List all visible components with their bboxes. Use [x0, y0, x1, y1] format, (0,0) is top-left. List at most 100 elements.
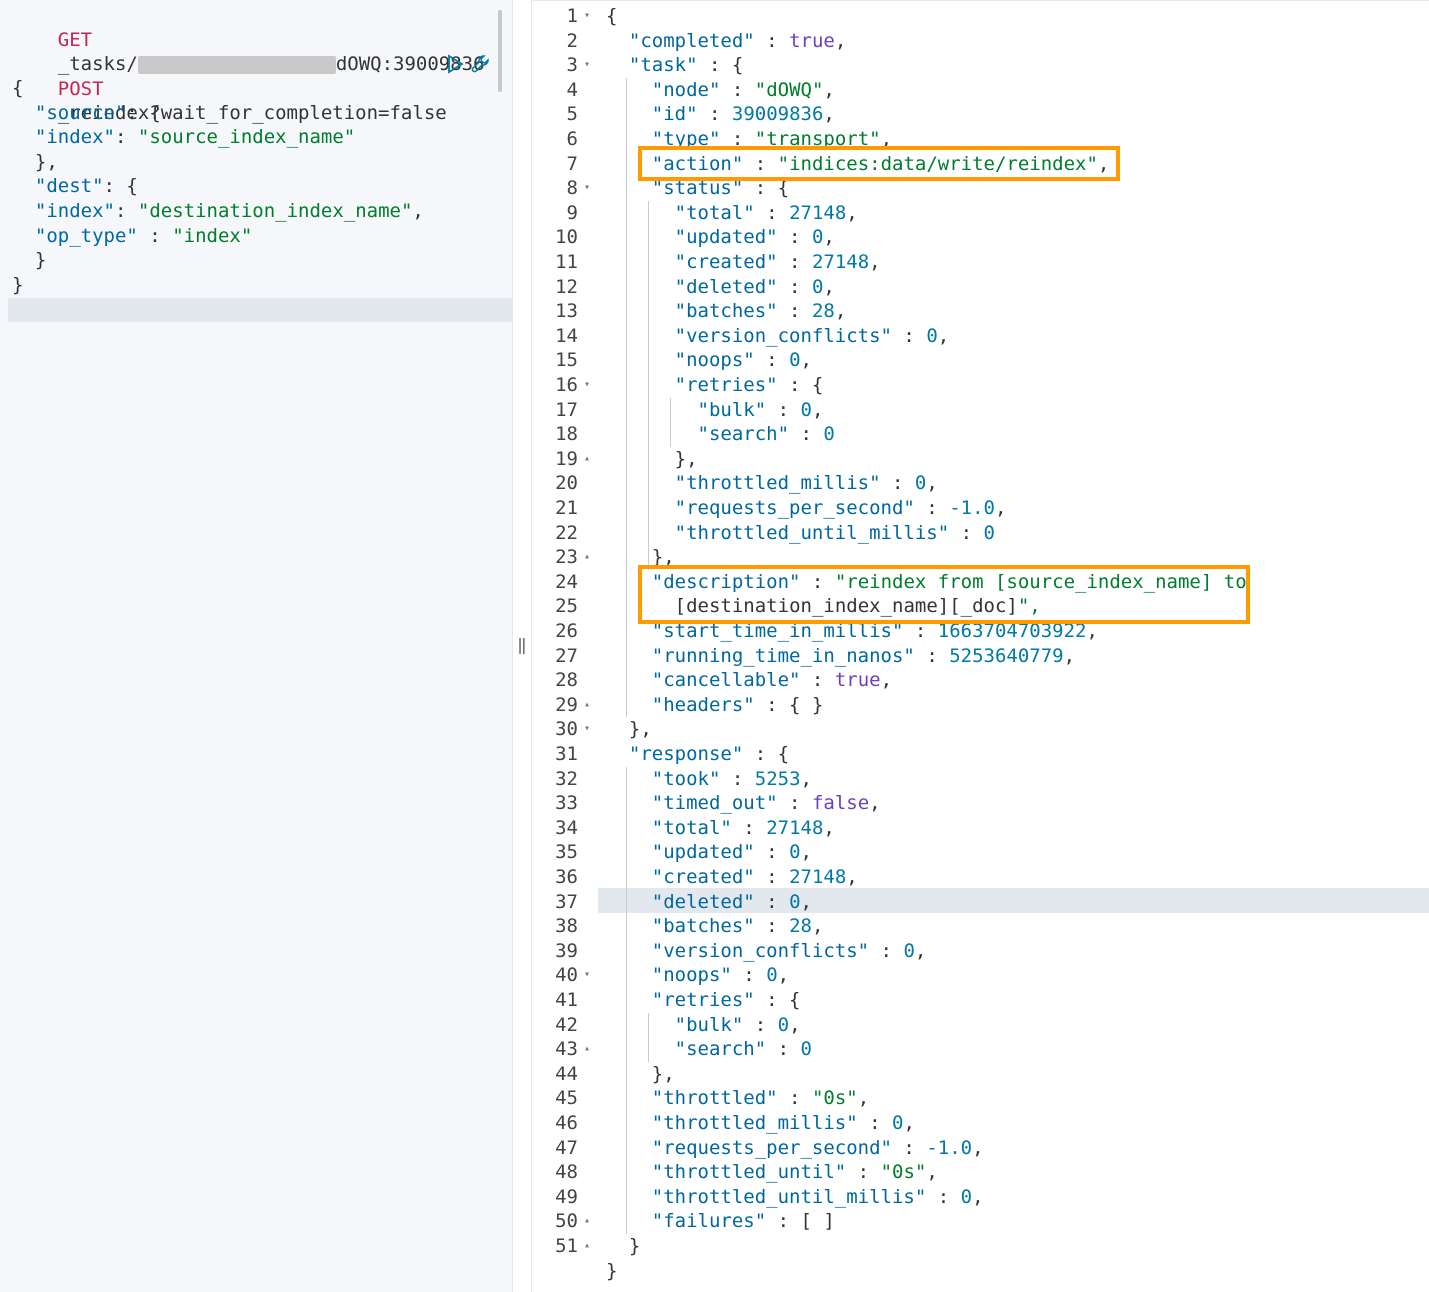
fold-expanded-icon[interactable]: ▾: [584, 963, 590, 988]
line-number: 17: [555, 398, 578, 421]
response-line: {: [606, 5, 618, 27]
line-number: 43: [555, 1038, 578, 1061]
line-number: 33: [555, 792, 578, 815]
line-number: 37: [555, 890, 578, 913]
line-number: 47: [555, 1136, 578, 1159]
fold-expanded-icon[interactable]: ▾: [584, 53, 590, 78]
get-request-line[interactable]: GET _tasks/dOWQ:39009836: [12, 3, 485, 76]
line-number: 4: [566, 78, 578, 101]
indent-guide: [648, 200, 649, 570]
request-body-line[interactable]: "op_type" : "index": [12, 224, 252, 249]
response-line: "deleted" : 0,: [674, 275, 835, 298]
line-number: 28: [555, 669, 578, 692]
get-method: GET: [57, 28, 93, 51]
response-line: "retries" : {: [651, 989, 801, 1011]
line-number: 8: [566, 177, 578, 200]
request-body-line[interactable]: "index": "source_index_name": [12, 125, 355, 150]
response-line: "updated" : 0,: [651, 841, 812, 864]
line-number: 45: [555, 1087, 578, 1110]
request-body-line[interactable]: }: [12, 248, 46, 273]
request-body-line[interactable]: },: [12, 150, 58, 175]
line-number: 39: [555, 939, 578, 962]
response-line: "version_conflicts" : 0,: [651, 939, 927, 962]
active-line-highlight: [8, 298, 512, 322]
response-line: "cancellable" : true,: [651, 669, 893, 692]
response-line: "task" : {: [628, 54, 744, 77]
request-body-line[interactable]: "source": {: [12, 101, 161, 126]
response-line: "throttled_millis" : 0,: [651, 1112, 915, 1134]
response-line: "timed_out" : false,: [651, 792, 881, 815]
response-line: "batches" : 28,: [651, 915, 824, 938]
request-editor[interactable]: GET _tasks/dOWQ:39009836 POST _reindex?w…: [0, 0, 512, 1292]
fold-expanded-icon[interactable]: ▾: [584, 373, 590, 398]
line-number: 29: [555, 693, 578, 716]
fold-collapse-end-icon[interactable]: ▴: [584, 1037, 590, 1062]
response-line: }: [606, 1259, 618, 1282]
indent-guide: [670, 397, 671, 447]
play-icon[interactable]: [444, 53, 466, 75]
request-body-line[interactable]: }: [12, 273, 23, 298]
line-number: 34: [555, 816, 578, 839]
response-viewer[interactable]: 1 ▾ 2 3 ▾ 4 5 6 7 8 ▾ 9 10 11 12 13 14 15 16 ▾ 17 18 19 ▴ 20 21 22…: [532, 0, 1429, 1292]
line-number: 7: [566, 152, 578, 175]
request-body-line[interactable]: "index": "destination_index_name",: [12, 199, 424, 224]
request-scrollbar[interactable]: [498, 10, 502, 92]
line-number: 24: [555, 570, 578, 593]
line-number: 49: [555, 1185, 578, 1208]
line-number: 16: [555, 374, 578, 396]
line-number: 10: [555, 226, 578, 249]
line-number: 22: [555, 521, 578, 544]
line-number: 3: [566, 54, 578, 77]
response-line: "total" : 27148,: [674, 201, 858, 224]
line-number: 41: [555, 989, 578, 1011]
resize-handle-icon[interactable]: ‖: [514, 633, 530, 657]
response-line: },: [606, 1062, 675, 1085]
line-number: 42: [555, 1013, 578, 1036]
line-number: 51: [555, 1235, 578, 1257]
response-line: "headers" : { }: [651, 693, 824, 716]
response-line: "id" : 39009836,: [651, 103, 835, 126]
line-number: 48: [555, 1161, 578, 1184]
fold-collapse-end-icon[interactable]: ▴: [584, 1234, 590, 1259]
line-number: 12: [555, 275, 578, 298]
request-body-line[interactable]: "dest": {: [12, 174, 138, 199]
line-number: 18: [555, 423, 578, 446]
response-line: "throttled_until" : "0s",: [651, 1161, 938, 1184]
line-number: 44: [555, 1062, 578, 1085]
response-line: }: [606, 1235, 641, 1257]
post-method: POST: [57, 77, 104, 100]
line-number: 25: [555, 595, 578, 618]
response-line: "bulk" : 0,: [674, 1013, 801, 1036]
fold-expanded-icon[interactable]: ▾: [584, 4, 590, 29]
response-line: "total" : 27148,: [651, 816, 835, 839]
fold-collapse-end-icon[interactable]: ▴: [584, 1209, 590, 1234]
response-line: },: [606, 718, 652, 741]
line-number: 20: [555, 472, 578, 495]
response-line: "bulk" : 0,: [697, 398, 824, 421]
post-request-line[interactable]: POST _reindex?wait_for_completion=false: [12, 52, 447, 125]
fold-expanded-icon[interactable]: ▾: [584, 717, 590, 742]
response-line: "version_conflicts" : 0,: [674, 324, 950, 347]
line-number: 6: [566, 128, 578, 150]
line-number: 36: [555, 866, 578, 888]
response-line: "search" : 0: [674, 1038, 812, 1061]
response-line: "response" : {: [628, 743, 790, 765]
line-number: 23: [555, 546, 578, 569]
line-number: 32: [555, 767, 578, 790]
response-line: "throttled_until_millis" : 0: [674, 521, 995, 544]
action-highlight-box: [638, 146, 1120, 181]
fold-expanded-icon[interactable]: ▾: [584, 176, 590, 201]
line-number: 9: [566, 201, 578, 224]
description-highlight-box: [638, 565, 1250, 624]
line-number: 38: [555, 915, 578, 938]
wrench-icon[interactable]: [470, 53, 492, 75]
fold-collapse-end-icon[interactable]: ▴: [584, 447, 590, 472]
response-line: "deleted" : 0,: [651, 890, 812, 913]
line-number: 19: [555, 447, 578, 470]
line-number: 13: [555, 300, 578, 323]
line-number: 26: [555, 620, 578, 642]
response-line: },: [606, 447, 698, 470]
request-body-line[interactable]: {: [12, 76, 23, 101]
fold-collapse-end-icon[interactable]: ▴: [584, 545, 590, 570]
fold-collapse-end-icon[interactable]: ▴: [584, 693, 590, 718]
